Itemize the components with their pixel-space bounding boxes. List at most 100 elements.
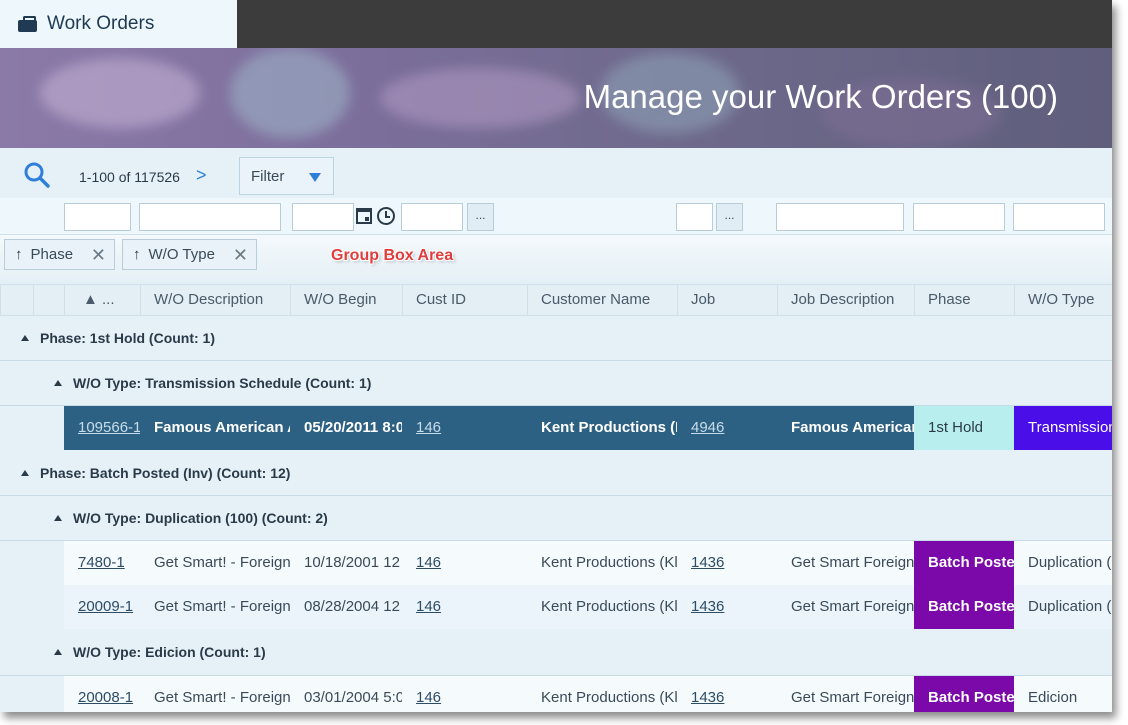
collapse-icon[interactable] [21, 469, 29, 476]
header-indent-column [33, 285, 64, 316]
header-expand-column [0, 285, 33, 316]
filter-cust-id-input[interactable] [401, 203, 463, 231]
wo-type-cell: Transmission [1014, 406, 1112, 450]
wo-description-cell: Get Smart! - Foreign [154, 554, 290, 571]
group-row-phase[interactable]: Phase: 1st Hold (Count: 1) [0, 316, 1112, 361]
group-box: ↑ Phase ✕ ↑ W/O Type ✕ Group Box Area [0, 235, 1112, 284]
job-description-cell: Get Smart Foreign [791, 554, 914, 571]
wo-number-link[interactable]: 20008-1 [64, 676, 140, 712]
filter-description-input[interactable] [139, 203, 281, 231]
job-description-cell: Get Smart Foreign [791, 689, 914, 706]
customer-name-cell: Kent Productions (Kl [541, 598, 677, 615]
phase-cell: Batch Posted [914, 676, 1014, 712]
wo-description-cell: Get Smart! - Foreign [154, 598, 290, 615]
header-customer-name[interactable]: Customer Name [527, 285, 677, 316]
group-row-label: W/O Type: Edicion (Count: 1) [73, 644, 266, 660]
wo-description-cell: Famous American A [154, 419, 290, 436]
wo-number-link[interactable]: 7480-1 [64, 541, 140, 585]
filter-dropdown[interactable]: Filter [239, 157, 334, 195]
table-row[interactable]: 7480-1 Get Smart! - Foreign 10/18/2001 1… [64, 541, 1112, 585]
customer-name-cell: Kent Productions (Kl [541, 554, 677, 571]
chevron-down-icon [309, 173, 321, 182]
filter-wo-input[interactable] [64, 203, 131, 231]
wo-begin-cell: 03/01/2004 5:0 [304, 689, 402, 706]
wo-type-cell: Duplication ( [1028, 554, 1112, 571]
wo-begin-cell: 10/18/2001 12 [304, 554, 400, 571]
search-icon[interactable] [24, 162, 50, 188]
header-job[interactable]: Job [677, 285, 777, 316]
job-link[interactable]: 1436 [677, 541, 777, 585]
filter-phase-input[interactable] [913, 203, 1005, 231]
header-wo-description[interactable]: W/O Description [140, 285, 290, 316]
header-job-description[interactable]: Job Description [777, 285, 914, 316]
table-row[interactable]: 20009-1 Get Smart! - Foreign 08/28/2004 … [64, 585, 1112, 629]
table-row[interactable]: 109566-1 Famous American A 05/20/2011 8:… [64, 406, 1112, 450]
group-row-label: W/O Type: Transmission Schedule (Count: … [73, 375, 372, 391]
wo-number-link[interactable]: 109566-1 [64, 406, 140, 450]
group-chip-phase[interactable]: ↑ Phase ✕ [4, 239, 115, 270]
cust-id-link[interactable]: 146 [402, 585, 527, 629]
group-row-label: W/O Type: Duplication (100) (Count: 2) [73, 510, 328, 526]
calendar-icon[interactable] [356, 208, 372, 224]
header-wo-begin[interactable]: W/O Begin [290, 285, 402, 316]
group-box-annotation: Group Box Area [331, 247, 454, 264]
group-row-wo-type[interactable]: W/O Type: Transmission Schedule (Count: … [0, 361, 1112, 406]
job-link[interactable]: 1436 [677, 676, 777, 712]
toolbar: 1-100 of 117526 > Filter [0, 148, 1112, 198]
app-tab-work-orders[interactable]: Work Orders [0, 0, 237, 48]
job-description-cell: Famous American [791, 419, 914, 436]
wo-begin-cell: 05/20/2011 8:0 [304, 419, 402, 436]
header-wo-number[interactable]: ▲ ... [64, 285, 140, 316]
wo-type-cell: Duplication ( [1028, 598, 1112, 615]
briefcase-icon [18, 16, 37, 32]
filter-label: Filter [251, 167, 285, 185]
cust-id-link[interactable]: 146 [402, 406, 527, 450]
top-bar: Work Orders [0, 0, 1112, 48]
group-row-label: Phase: 1st Hold (Count: 1) [40, 330, 216, 346]
pager-range: 1-100 of 117526 [79, 169, 180, 185]
group-row-wo-type[interactable]: W/O Type: Duplication (100) (Count: 2) [0, 496, 1112, 541]
job-description-cell: Get Smart Foreign [791, 598, 914, 615]
filter-job-description-input[interactable] [776, 203, 904, 231]
sort-ascending-icon: ↑ [15, 246, 23, 263]
filter-begin-date-input[interactable] [292, 203, 354, 231]
clock-icon[interactable] [377, 207, 395, 225]
filter-row: ... ... [0, 198, 1112, 235]
collapse-icon[interactable] [54, 380, 62, 386]
collapse-icon[interactable] [21, 335, 29, 341]
phase-cell: Batch Posted [914, 541, 1014, 585]
filter-wo-type-input[interactable] [1013, 203, 1105, 231]
cust-id-lookup-button[interactable]: ... [467, 203, 494, 231]
page-title: Manage your Work Orders (100) [583, 78, 1058, 115]
job-lookup-button[interactable]: ... [716, 203, 743, 231]
group-row-wo-type[interactable]: W/O Type: Edicion (Count: 1) [0, 629, 1112, 676]
table-row[interactable]: 20008-1 Get Smart! - Foreign 03/01/2004 … [64, 676, 1112, 712]
cust-id-link[interactable]: 146 [402, 676, 527, 712]
phase-cell: Batch Posted [914, 585, 1014, 629]
collapse-icon[interactable] [54, 515, 62, 521]
grid-header: ▲ ... W/O Description W/O Begin Cust ID … [0, 284, 1112, 316]
filter-job-input[interactable] [676, 203, 713, 231]
job-link[interactable]: 4946 [677, 406, 777, 450]
group-row-label: Phase: Batch Posted (Inv) (Count: 12) [40, 464, 291, 481]
header-cust-id[interactable]: Cust ID [402, 285, 527, 316]
group-row-phase[interactable]: Phase: Batch Posted (Inv) (Count: 12) [0, 450, 1112, 496]
app-title: Work Orders [47, 13, 155, 34]
wo-description-cell: Get Smart! - Foreign [154, 689, 290, 706]
close-icon[interactable]: ✕ [233, 245, 248, 266]
group-chip-wo-type[interactable]: ↑ W/O Type ✕ [122, 239, 257, 270]
close-icon[interactable]: ✕ [91, 245, 106, 266]
app-window: Work Orders Manage your Work Orders (100… [0, 0, 1112, 712]
phase-cell: 1st Hold [914, 406, 1014, 450]
sort-ascending-icon: ↑ [133, 246, 141, 263]
wo-number-link[interactable]: 20009-1 [64, 585, 140, 629]
header-wo-type[interactable]: W/O Type [1014, 285, 1112, 316]
group-chip-label: W/O Type [148, 246, 215, 263]
next-page-button[interactable]: > [196, 165, 207, 186]
wo-type-cell: Edicion [1028, 689, 1078, 706]
header-phase[interactable]: Phase [914, 285, 1014, 316]
group-chip-label: Phase [30, 246, 74, 263]
job-link[interactable]: 1436 [677, 585, 777, 629]
collapse-icon[interactable] [54, 649, 62, 655]
cust-id-link[interactable]: 146 [402, 541, 527, 585]
